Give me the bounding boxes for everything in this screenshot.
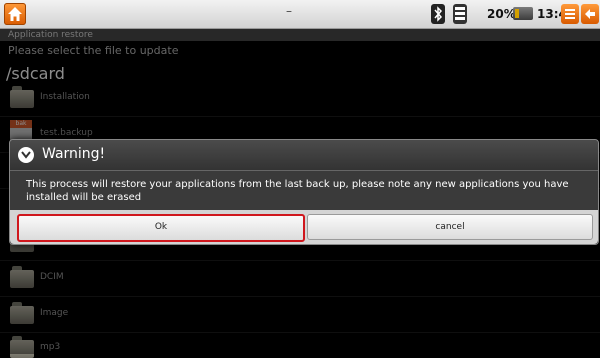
dialog-title: Warning! xyxy=(42,146,106,162)
dialog-divider xyxy=(10,170,598,171)
battery-percent: 20% xyxy=(487,7,516,21)
status-center-text: – xyxy=(286,4,292,18)
status-bar: – 20% 13:48 xyxy=(0,0,600,29)
dialog-message: This process will restore your applicati… xyxy=(26,179,569,203)
wifi-icon xyxy=(453,4,467,24)
ok-button[interactable]: Ok xyxy=(17,214,305,242)
menu-icon[interactable] xyxy=(561,4,579,24)
warning-dialog: Warning! This process will restore your … xyxy=(9,139,599,245)
warning-chevron-icon xyxy=(18,147,34,163)
cancel-button[interactable]: cancel xyxy=(307,214,593,240)
battery-icon xyxy=(513,7,533,20)
dialog-header: Warning! xyxy=(10,140,598,170)
home-icon[interactable] xyxy=(4,3,26,25)
dialog-button-bar: Ok cancel xyxy=(10,210,598,244)
back-icon[interactable] xyxy=(581,4,599,24)
bluetooth-icon xyxy=(431,4,445,24)
